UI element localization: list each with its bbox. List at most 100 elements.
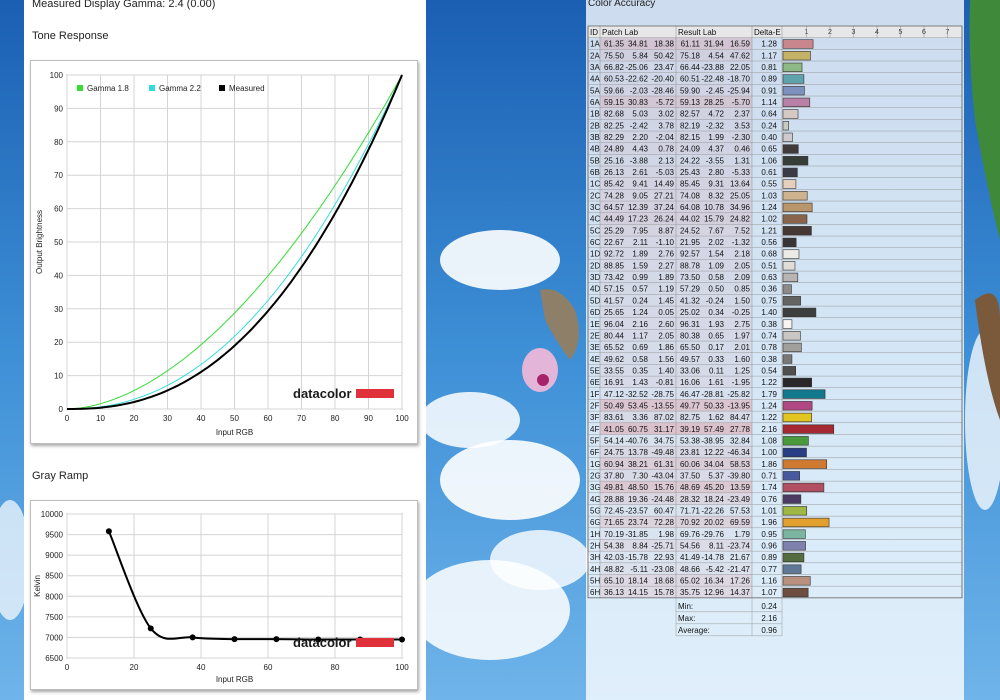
y-axis-label: Kelvin	[33, 575, 42, 597]
result-lab-value: 58.53	[730, 460, 751, 469]
delta-e-bar	[782, 51, 811, 61]
result-lab-value: 22.05	[730, 63, 751, 72]
x-tick-label: 40	[197, 414, 206, 423]
result-lab-value: -14.78	[701, 553, 724, 562]
delta-e-bar	[782, 226, 812, 236]
result-lab-value: 64.08	[680, 203, 701, 212]
y-tick-label: 60	[54, 205, 63, 214]
patch-lab-value: 24.89	[604, 145, 625, 154]
row-id: 5B	[590, 156, 600, 165]
delta-e-bar	[782, 109, 799, 119]
result-lab-value: 1.25	[734, 366, 750, 375]
result-lab-value: 4.37	[708, 145, 724, 154]
result-lab-value: 3.53	[734, 121, 750, 130]
result-lab-value: 24.22	[680, 156, 701, 165]
summary-label: Min:	[678, 602, 693, 611]
x-tick-label: 20	[130, 663, 139, 672]
patch-lab-value: -32.52	[625, 390, 648, 399]
patch-lab-value: 48.50	[628, 483, 649, 492]
patch-lab-value: 24.75	[604, 448, 625, 457]
patch-lab-value: 0.57	[632, 285, 648, 294]
patch-lab-value: 33.55	[604, 366, 625, 375]
row-id: 4G	[590, 495, 601, 504]
y-tick-label: 100	[50, 71, 64, 80]
y-tick-label: 10000	[41, 510, 64, 519]
row-id: 2G	[590, 471, 601, 480]
row-id: 6G	[590, 518, 601, 527]
result-lab-value: 50.33	[704, 401, 725, 410]
result-lab-value: -46.34	[727, 448, 750, 457]
patch-lab-value: 25.65	[604, 308, 625, 317]
result-lab-value: -23.49	[727, 495, 750, 504]
patch-lab-value: 14.49	[654, 180, 675, 189]
result-lab-value: 57.49	[704, 425, 725, 434]
result-lab-value: 37.50	[680, 471, 701, 480]
row-id: 6F	[590, 448, 599, 457]
delta-e-bar	[782, 214, 808, 224]
result-lab-value: 35.75	[680, 588, 701, 597]
patch-lab-value: 3.02	[658, 110, 674, 119]
delta-e-value: 0.96	[761, 541, 777, 550]
patch-lab-value: 72.28	[654, 518, 675, 527]
result-lab-value: 2.75	[734, 320, 750, 329]
patch-lab-value: 71.65	[604, 518, 625, 527]
patch-lab-value: 82.25	[604, 121, 625, 130]
y-tick-label: 7500	[45, 613, 63, 622]
tone-response-title: Tone Response	[32, 30, 109, 42]
row-id: 1D	[590, 250, 600, 259]
datacolor-logo-bar	[356, 638, 394, 647]
patch-lab-value: 75.50	[604, 51, 625, 60]
patch-lab-value: 9.05	[632, 191, 648, 200]
result-lab-value: 88.78	[680, 261, 701, 270]
patch-lab-value: -22.62	[625, 75, 648, 84]
patch-lab-value: 2.05	[658, 331, 674, 340]
delta-e-bar	[782, 86, 805, 96]
delta-e-bar	[782, 191, 808, 201]
delta-e-value: 0.89	[761, 553, 777, 562]
patch-lab-value: -28.46	[651, 86, 674, 95]
x-tick-label: 20	[130, 414, 139, 423]
row-id: 4B	[590, 145, 600, 154]
result-lab-value: -29.76	[701, 530, 724, 539]
patch-lab-value: 1.89	[658, 273, 674, 282]
delta-e-bar	[782, 261, 796, 271]
patch-lab-value: 0.69	[632, 343, 648, 352]
patch-lab-value: 37.80	[604, 471, 625, 480]
x-tick-label: 10	[96, 414, 105, 423]
delta-e-value: 0.76	[761, 495, 777, 504]
row-id: 3E	[590, 343, 600, 352]
patch-lab-value: 28.88	[604, 495, 625, 504]
result-lab-value: 74.08	[680, 191, 701, 200]
patch-lab-value: 34.75	[654, 436, 675, 445]
summary-value: 0.24	[761, 602, 777, 611]
x-tick-label: 100	[395, 414, 409, 423]
delta-e-bar	[782, 541, 806, 551]
delta-e-value: 1.96	[761, 518, 777, 527]
row-id: 6D	[590, 308, 600, 317]
delta-e-value: 1.24	[761, 401, 777, 410]
patch-lab-value: -13.55	[651, 401, 674, 410]
result-lab-value: -23.88	[701, 63, 724, 72]
x-tick-label: 90	[364, 414, 373, 423]
patch-lab-value: 80.44	[604, 331, 625, 340]
y-tick-label: 30	[54, 305, 63, 314]
patch-lab-value: 38.21	[628, 460, 649, 469]
patch-lab-value: -5.72	[656, 98, 675, 107]
row-id: 6A	[590, 98, 600, 107]
delta-e-value: 0.89	[761, 75, 777, 84]
patch-lab-value: -5.11	[630, 565, 648, 574]
x-tick-label: 100	[395, 663, 409, 672]
result-lab-value: 92.57	[680, 250, 701, 259]
patch-lab-value: 53.45	[628, 401, 649, 410]
patch-lab-value: -20.40	[651, 75, 674, 84]
patch-lab-value: 60.75	[628, 425, 649, 434]
delta-e-value: 0.54	[761, 366, 777, 375]
patch-lab-value: -5.03	[656, 168, 675, 177]
row-id: 5E	[590, 366, 600, 375]
patch-lab-value: 15.76	[654, 483, 675, 492]
result-lab-value: 24.52	[680, 226, 701, 235]
result-lab-value: 0.58	[708, 273, 724, 282]
delta-e-value: 0.24	[761, 121, 777, 130]
delta-e-value: 1.02	[761, 215, 777, 224]
color-accuracy-table: IDPatch LabResult LabDelta-E12345671A61.…	[587, 25, 963, 637]
